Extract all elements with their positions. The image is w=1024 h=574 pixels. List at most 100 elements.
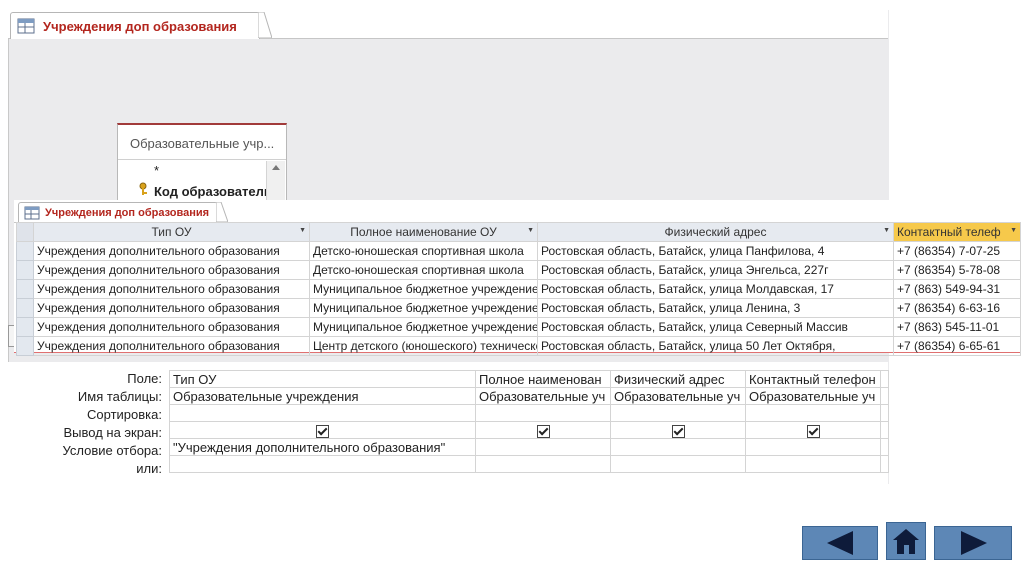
cell-fullname[interactable]: Муниципальное бюджетное учреждение (309, 298, 538, 318)
cell-address[interactable]: Ростовская область, Батайск, улица Север… (537, 317, 894, 337)
qbe-empty-cell[interactable] (880, 404, 889, 422)
qbe-empty-cell[interactable] (880, 421, 889, 439)
table-row[interactable]: Учреждения дополнительного образования М… (16, 317, 1021, 337)
row-selector[interactable] (16, 260, 34, 280)
cell-type[interactable]: Учреждения дополнительного образования (33, 260, 310, 280)
cell-phone[interactable]: +7 (86354) 5-78-08 (893, 260, 1021, 280)
qbe-criteria-cell[interactable] (475, 438, 611, 456)
qbe-row-show (169, 421, 889, 439)
show-checkbox[interactable] (316, 424, 329, 438)
arrow-right-icon (961, 531, 987, 555)
show-checkbox[interactable] (806, 424, 820, 438)
qbe-or-cell[interactable] (475, 455, 611, 473)
qbe-show-cell (475, 421, 611, 439)
row-selector[interactable] (16, 317, 34, 337)
qbe-table-cell[interactable]: Образовательные уч (745, 387, 881, 405)
field-item-all[interactable]: * (154, 163, 159, 178)
design-tab[interactable]: Учреждения доп образования (10, 12, 260, 39)
qbe-row-table: Образовательные учреждения Образовательн… (169, 387, 889, 405)
column-header-label: Физический адрес (664, 225, 767, 239)
qbe-empty-cell[interactable] (880, 370, 889, 388)
table-row[interactable]: Учреждения дополнительного образования Д… (16, 260, 1021, 280)
show-checkbox[interactable] (536, 424, 550, 438)
cell-fullname[interactable]: Муниципальное бюджетное учреждение (309, 317, 538, 337)
show-checkbox[interactable] (671, 424, 685, 438)
cell-fullname[interactable]: Детско-юношеская спортивная школа (309, 241, 538, 261)
row-selector[interactable] (16, 298, 34, 318)
qbe-row-or (169, 455, 889, 473)
qbe-sort-cell[interactable] (475, 404, 611, 422)
table-row[interactable]: Учреждения дополнительного образования М… (16, 298, 1021, 318)
table-row[interactable]: Учреждения дополнительного образования Д… (16, 241, 1021, 261)
cell-address[interactable]: Ростовская область, Батайск, улица Энгел… (537, 260, 894, 280)
cell-phone[interactable]: +7 (863) 545-11-01 (893, 317, 1021, 337)
qbe-empty-cell[interactable] (880, 387, 889, 405)
column-header-label: Тип ОУ (151, 225, 192, 239)
cell-address[interactable]: Ростовская область, Батайск, улица Панфи… (537, 241, 894, 261)
qbe-empty-cell[interactable] (880, 438, 889, 456)
table-row[interactable]: Учреждения дополнительного образования Ц… (16, 336, 1021, 356)
cell-phone[interactable]: +7 (863) 549-94-31 (893, 279, 1021, 299)
cell-address[interactable]: Ростовская область, Батайск, улица Ленин… (537, 298, 894, 318)
cell-fullname[interactable]: Центр детского (юношеского) технического (309, 336, 538, 356)
qbe-field-cell[interactable]: Физический адрес (610, 370, 746, 388)
cell-address[interactable]: Ростовская область, Батайск, улица 50 Ле… (537, 336, 894, 356)
cell-type[interactable]: Учреждения дополнительного образования (33, 298, 310, 318)
cell-fullname[interactable]: Детско-юношеская спортивная школа (309, 260, 538, 280)
qbe-table-cell[interactable]: Образовательные уч (610, 387, 746, 405)
qbe-or-cell[interactable] (745, 455, 881, 473)
qbe-criteria-cell[interactable]: "Учреждения дополнительного образования" (169, 438, 476, 456)
cell-type[interactable]: Учреждения дополнительного образования (33, 336, 310, 356)
qbe-criteria-cell[interactable] (610, 438, 746, 456)
cell-fullname[interactable]: Муниципальное бюджетное учреждение (309, 279, 538, 299)
column-header-phone[interactable]: Контактный телеф ▼ (893, 222, 1021, 242)
query-icon (17, 18, 35, 34)
qbe-field-cell[interactable]: Полное наименован (475, 370, 611, 388)
qbe-show-cell (610, 421, 746, 439)
prev-slide-button[interactable] (802, 526, 878, 560)
qbe-empty-cell[interactable] (880, 455, 889, 473)
qbe-show-cell (169, 421, 476, 439)
column-header-type[interactable]: Тип ОУ ▼ (33, 222, 310, 242)
label-show: Вывод на экран: (63, 425, 162, 440)
qbe-table-cell[interactable]: Образовательные уч (475, 387, 611, 405)
cell-phone[interactable]: +7 (86354) 7-07-25 (893, 241, 1021, 261)
label-sort: Сортировка: (87, 407, 162, 422)
column-header-address[interactable]: Физический адрес ▼ (537, 222, 894, 242)
home-button[interactable] (886, 522, 926, 560)
qbe-field-cell[interactable]: Контактный телефон (745, 370, 881, 388)
field-item-code[interactable]: Код образователь (154, 184, 272, 199)
cell-phone[interactable]: +7 (86354) 6-63-16 (893, 298, 1021, 318)
cell-phone[interactable]: +7 (86354) 6-65-61 (893, 336, 1021, 356)
scroll-up-icon[interactable] (267, 161, 285, 175)
primary-key-icon (139, 182, 147, 195)
design-tab-title: Учреждения доп образования (43, 19, 237, 34)
datasheet-tab[interactable]: Учреждения доп образования (18, 202, 218, 223)
next-slide-button[interactable] (934, 526, 1012, 560)
column-header-fullname[interactable]: Полное наименование ОУ ▼ (309, 222, 538, 242)
row-selector[interactable] (16, 241, 34, 261)
label-or: или: (136, 461, 162, 476)
table-row[interactable]: Учреждения дополнительного образования М… (16, 279, 1021, 299)
select-all-corner[interactable] (16, 222, 34, 242)
column-header-label: Полное наименование ОУ (350, 225, 497, 239)
label-criteria: Условие отбора: (62, 443, 162, 458)
cell-type[interactable]: Учреждения дополнительного образования (33, 317, 310, 337)
cell-type[interactable]: Учреждения дополнительного образования (33, 279, 310, 299)
qbe-sort-cell[interactable] (610, 404, 746, 422)
dropdown-arrow-icon[interactable]: ▼ (1010, 227, 1017, 234)
qbe-sort-cell[interactable] (745, 404, 881, 422)
qbe-or-cell[interactable] (610, 455, 746, 473)
cell-address[interactable]: Ростовская область, Батайск, улица Молда… (537, 279, 894, 299)
dropdown-arrow-icon[interactable]: ▼ (299, 227, 306, 234)
dropdown-arrow-icon[interactable]: ▼ (883, 227, 890, 234)
row-selector[interactable] (16, 336, 34, 356)
dropdown-arrow-icon[interactable]: ▼ (527, 227, 534, 234)
qbe-field-cell[interactable]: Тип ОУ (169, 370, 476, 388)
qbe-or-cell[interactable] (169, 455, 476, 473)
row-selector[interactable] (16, 279, 34, 299)
qbe-sort-cell[interactable] (169, 404, 476, 422)
qbe-criteria-cell[interactable] (745, 438, 881, 456)
cell-type[interactable]: Учреждения дополнительного образования (33, 241, 310, 261)
qbe-table-cell[interactable]: Образовательные учреждения (169, 387, 476, 405)
